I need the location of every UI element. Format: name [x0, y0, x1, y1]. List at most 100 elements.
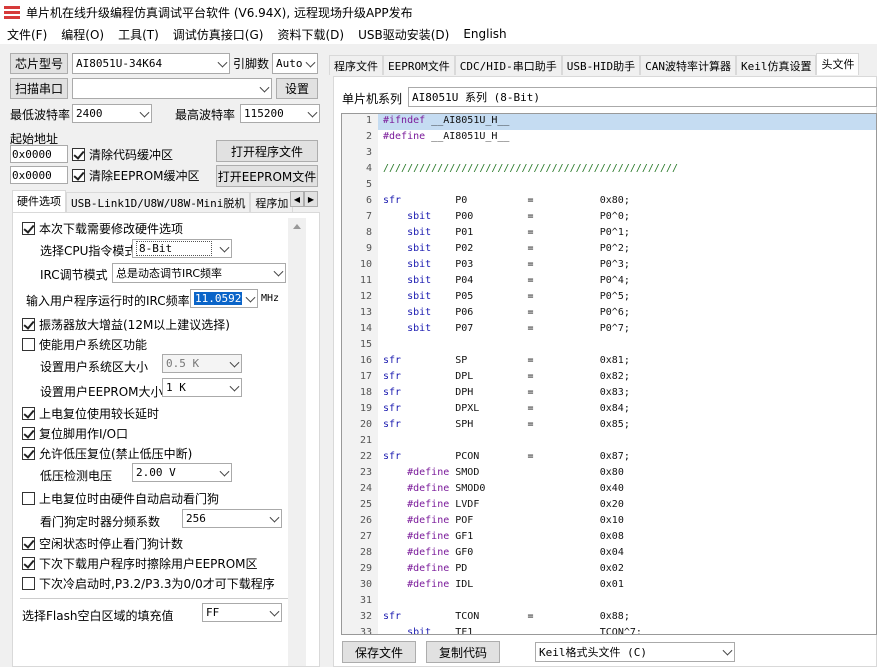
chevron-down-icon [219, 242, 230, 253]
wdt-div-select[interactable]: 256 [182, 509, 282, 528]
pin-count-value: Auto [276, 57, 303, 70]
code-line: sbit P07 = P0^7; [407, 323, 630, 334]
port-select[interactable] [72, 78, 272, 99]
max-baud-select[interactable]: 115200 [240, 104, 320, 123]
long-delay-checkbox[interactable]: 上电复位使用较长延时 [22, 405, 159, 422]
series-label: 单片机系列 [342, 92, 403, 106]
code-line: sbit P03 = P0^3; [407, 259, 630, 270]
line-number: 17 [359, 371, 372, 382]
tab-header-file[interactable]: 头文件 [816, 53, 860, 75]
code-line: sfr TCON = 0x88; [383, 611, 630, 622]
chevron-down-icon [269, 606, 280, 617]
code-address-input[interactable]: 0x0000 [10, 145, 68, 163]
tab-serial-assistant[interactable]: CDC/HID-串口助手 [454, 55, 562, 75]
clear-eeprom-checkbox[interactable]: 清除EEPROM缓冲区 [72, 167, 200, 184]
options-scrollbar[interactable] [288, 218, 306, 666]
tab-eeprom-file[interactable]: EEPROM文件 [383, 55, 455, 75]
modify-hw-label: 本次下载需要修改硬件选项 [39, 222, 184, 236]
irc-freq-select[interactable]: 11.0592 [190, 289, 258, 308]
irc-unit-label: MHz [261, 293, 280, 304]
menu-file[interactable]: 文件(F) [0, 26, 54, 43]
chip-model-select[interactable]: AI8051U-34K64 [72, 53, 230, 74]
tab-scroll-right-button[interactable]: ▶ [304, 191, 318, 207]
lvd-select[interactable]: 2.00 V [132, 463, 232, 482]
settings-button[interactable]: 设置 [276, 78, 318, 99]
chevron-down-icon [229, 357, 240, 368]
eeprom-size-select[interactable]: 1 K [162, 378, 242, 397]
menu-english[interactable]: English [456, 27, 513, 41]
sys-size-select[interactable]: 0.5 K [162, 354, 242, 373]
line-number: 16 [359, 355, 372, 366]
code-line: #define PD 0x02 [407, 563, 624, 574]
format-select[interactable]: Keil格式头文件 (C) [535, 642, 735, 662]
chip-model-button[interactable]: 芯片型号 [10, 53, 68, 74]
line-number: 5 [365, 179, 372, 190]
cold-boot-checkbox[interactable]: 下次冷启动时,P3.2/P3.3为0/0才可下载程序 [22, 575, 275, 592]
scan-port-button[interactable]: 扫描串口 [10, 78, 68, 99]
checkbox-box [22, 537, 35, 550]
menu-tools[interactable]: 工具(T) [111, 26, 166, 43]
tab-keil-settings[interactable]: Keil仿真设置 [735, 55, 817, 75]
osc-gain-checkbox[interactable]: 振荡器放大增益(12M以上建议选择) [22, 316, 230, 333]
format-value: Keil格式头文件 (C) [539, 646, 647, 659]
user-sys-checkbox[interactable]: 使能用户系统区功能 [22, 336, 147, 353]
copy-code-button[interactable]: 复制代码 [426, 641, 500, 663]
line-number: 7 [365, 211, 372, 222]
tab-usb-link[interactable]: USB-Link1D/U8W/U8W-Mini脱机 [66, 192, 251, 212]
line-number: 31 [359, 595, 372, 606]
pin-count-select[interactable]: Auto [272, 53, 318, 74]
code-line: #define POF 0x10 [407, 515, 624, 526]
left-tab-bar: 硬件选项 USB-Link1D/U8W/U8W-Mini脱机 程序加 [12, 190, 294, 212]
menu-usb-driver[interactable]: USB驱动安装(D) [351, 26, 456, 43]
chevron-down-icon [307, 107, 318, 118]
cpu-mode-select[interactable]: 8-Bit [132, 239, 232, 258]
irc-mode-select[interactable]: 总是动态调节IRC频率 [112, 263, 286, 283]
cpu-mode-value: 8-Bit [136, 241, 212, 256]
eeprom-address-input[interactable]: 0x0000 [10, 166, 68, 184]
series-select[interactable]: AI8051U 系列 (8-Bit) [408, 87, 877, 107]
modify-hw-checkbox[interactable]: 本次下载需要修改硬件选项 [22, 220, 183, 237]
line-number: 4 [365, 163, 372, 174]
wdt-auto-checkbox[interactable]: 上电复位时由硬件自动启动看门狗 [22, 490, 219, 507]
save-file-button[interactable]: 保存文件 [342, 641, 416, 663]
min-baud-select[interactable]: 2400 [72, 104, 152, 123]
line-number: 2 [365, 131, 372, 142]
menu-download[interactable]: 资料下载(D) [270, 26, 351, 43]
menu-program[interactable]: 编程(O) [54, 26, 111, 43]
tab-program-file[interactable]: 程序文件 [329, 55, 383, 75]
open-eeprom-file-button[interactable]: 打开EEPROM文件 [216, 165, 318, 187]
menu-debug[interactable]: 调试仿真接口(G) [166, 26, 271, 43]
clear-code-checkbox[interactable]: 清除代码缓冲区 [72, 146, 173, 163]
code-line: sfr SP = 0x81; [383, 355, 630, 366]
tab-usb-hid[interactable]: USB-HID助手 [561, 55, 641, 75]
tab-scroll-left-button[interactable]: ◀ [290, 191, 304, 207]
code-line: sbit P01 = P0^1; [407, 227, 630, 238]
erase-eeprom-checkbox[interactable]: 下次下载用户程序时擦除用户EEPROM区 [22, 555, 258, 572]
line-number: 20 [359, 419, 372, 430]
code-editor[interactable]: 1 #ifndef __AI8051U_H__ 2 #define __AI8051U… [341, 113, 877, 635]
tab-hardware-options[interactable]: 硬件选项 [12, 190, 66, 212]
line-number: 11 [359, 275, 372, 286]
lvr-checkbox[interactable]: 允许低压复位(禁止低压中断) [22, 445, 192, 462]
line-number: 18 [359, 387, 372, 398]
code-line: sbit P04 = P0^4; [407, 275, 630, 286]
line-number: 33 [359, 627, 372, 635]
line-number: 1 [365, 115, 372, 126]
right-tab-bar: 程序文件 EEPROM文件 CDC/HID-串口助手 USB-HID助手 CAN… [329, 53, 860, 75]
fill-value-select[interactable]: FF [202, 603, 282, 622]
line-number: 27 [359, 531, 372, 542]
checkbox-box [72, 148, 85, 161]
eeprom-size-label: 设置用户EEPROM大小 [40, 385, 163, 399]
max-baud-value: 115200 [244, 107, 284, 120]
chevron-down-icon [305, 57, 316, 68]
wdt-div-label: 看门狗定时器分频系数 [40, 515, 161, 529]
tab-can-baud[interactable]: CAN波特率计算器 [640, 55, 736, 75]
irc-mode-label: IRC调节模式 [40, 268, 108, 282]
open-program-file-button[interactable]: 打开程序文件 [216, 140, 318, 162]
reset-io-checkbox[interactable]: 复位脚用作I/O口 [22, 425, 128, 442]
tab-program-add[interactable]: 程序加 [250, 192, 294, 212]
scroll-up-icon [293, 224, 301, 229]
code-line: ////////////////////////////////////////… [383, 163, 679, 174]
idle-wdt-checkbox[interactable]: 空闲状态时停止看门狗计数 [22, 535, 183, 552]
line-number: 29 [359, 563, 372, 574]
